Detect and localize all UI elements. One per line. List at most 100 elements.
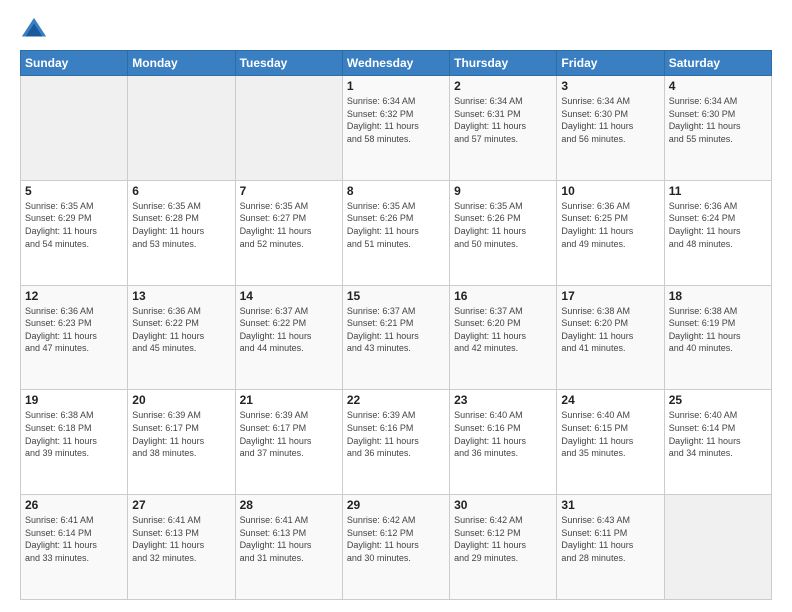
- day-info: Sunrise: 6:34 AM Sunset: 6:30 PM Dayligh…: [561, 95, 659, 145]
- calendar-cell: 11Sunrise: 6:36 AM Sunset: 6:24 PM Dayli…: [664, 180, 771, 285]
- calendar-week-row: 1 Sunrise: 6:34 AM Sunset: 6:32 PM Daylig…: [21, 76, 772, 181]
- calendar-cell: 29 Sunrise: 6:42 AM Sunset: 6:12 PM Dayli…: [342, 495, 449, 600]
- calendar-cell: [664, 495, 771, 600]
- weekday-header: Friday: [557, 51, 664, 76]
- day-info: Sunrise: 6:40 AM Sunset: 6:16 PM Dayligh…: [454, 409, 552, 459]
- day-info: Sunrise: 6:41 AM Sunset: 6:14 PM Dayligh…: [25, 514, 123, 564]
- weekday-header: Wednesday: [342, 51, 449, 76]
- day-number: 28: [240, 498, 338, 512]
- calendar-cell: 16Sunrise: 6:37 AM Sunset: 6:20 PM Dayli…: [450, 285, 557, 390]
- calendar-cell: 9 Sunrise: 6:35 AM Sunset: 6:26 PM Daylig…: [450, 180, 557, 285]
- calendar-cell: 8Sunrise: 6:35 AM Sunset: 6:26 PM Daylig…: [342, 180, 449, 285]
- calendar-cell: 23 Sunrise: 6:40 AM Sunset: 6:16 PM Dayli…: [450, 390, 557, 495]
- day-info: Sunrise: 6:38 AM Sunset: 6:20 PM Dayligh…: [561, 305, 659, 355]
- logo: [20, 16, 52, 44]
- calendar-cell: 2Sunrise: 6:34 AM Sunset: 6:31 PM Daylig…: [450, 76, 557, 181]
- day-info: Sunrise: 6:41 AM Sunset: 6:13 PM Dayligh…: [132, 514, 230, 564]
- calendar-cell: 7 Sunrise: 6:35 AM Sunset: 6:27 PM Daylig…: [235, 180, 342, 285]
- day-number: 10: [561, 184, 659, 198]
- calendar-cell: 31Sunrise: 6:43 AM Sunset: 6:11 PM Dayli…: [557, 495, 664, 600]
- calendar-cell: [128, 76, 235, 181]
- day-number: 23: [454, 393, 552, 407]
- calendar-header: SundayMondayTuesdayWednesdayThursdayFrid…: [21, 51, 772, 76]
- calendar-cell: 27 Sunrise: 6:41 AM Sunset: 6:13 PM Dayli…: [128, 495, 235, 600]
- day-info: Sunrise: 6:42 AM Sunset: 6:12 PM Dayligh…: [347, 514, 445, 564]
- calendar-week-row: 12 Sunrise: 6:36 AM Sunset: 6:23 PM Dayli…: [21, 285, 772, 390]
- calendar-cell: 18Sunrise: 6:38 AM Sunset: 6:19 PM Dayli…: [664, 285, 771, 390]
- calendar-cell: 21 Sunrise: 6:39 AM Sunset: 6:17 PM Dayli…: [235, 390, 342, 495]
- weekday-header: Saturday: [664, 51, 771, 76]
- calendar-cell: 12 Sunrise: 6:36 AM Sunset: 6:23 PM Dayli…: [21, 285, 128, 390]
- day-info: Sunrise: 6:34 AM Sunset: 6:32 PM Dayligh…: [347, 95, 445, 145]
- logo-icon: [20, 16, 48, 44]
- calendar-cell: 4 Sunrise: 6:34 AM Sunset: 6:30 PM Daylig…: [664, 76, 771, 181]
- day-info: Sunrise: 6:35 AM Sunset: 6:28 PM Dayligh…: [132, 200, 230, 250]
- day-number: 12: [25, 289, 123, 303]
- day-info: Sunrise: 6:38 AM Sunset: 6:18 PM Dayligh…: [25, 409, 123, 459]
- day-info: Sunrise: 6:39 AM Sunset: 6:16 PM Dayligh…: [347, 409, 445, 459]
- calendar-cell: 10 Sunrise: 6:36 AM Sunset: 6:25 PM Dayli…: [557, 180, 664, 285]
- calendar-cell: 1 Sunrise: 6:34 AM Sunset: 6:32 PM Daylig…: [342, 76, 449, 181]
- calendar-cell: [235, 76, 342, 181]
- day-number: 25: [669, 393, 767, 407]
- calendar-cell: 28Sunrise: 6:41 AM Sunset: 6:13 PM Dayli…: [235, 495, 342, 600]
- day-info: Sunrise: 6:40 AM Sunset: 6:15 PM Dayligh…: [561, 409, 659, 459]
- calendar-cell: 5 Sunrise: 6:35 AM Sunset: 6:29 PM Daylig…: [21, 180, 128, 285]
- calendar-week-row: 19 Sunrise: 6:38 AM Sunset: 6:18 PM Dayli…: [21, 390, 772, 495]
- day-info: Sunrise: 6:36 AM Sunset: 6:25 PM Dayligh…: [561, 200, 659, 250]
- calendar-cell: 25 Sunrise: 6:40 AM Sunset: 6:14 PM Dayli…: [664, 390, 771, 495]
- day-info: Sunrise: 6:35 AM Sunset: 6:26 PM Dayligh…: [454, 200, 552, 250]
- day-info: Sunrise: 6:40 AM Sunset: 6:14 PM Dayligh…: [669, 409, 767, 459]
- calendar-cell: [21, 76, 128, 181]
- weekday-header: Monday: [128, 51, 235, 76]
- day-number: 22: [347, 393, 445, 407]
- day-number: 26: [25, 498, 123, 512]
- calendar-cell: 15 Sunrise: 6:37 AM Sunset: 6:21 PM Dayli…: [342, 285, 449, 390]
- day-info: Sunrise: 6:35 AM Sunset: 6:26 PM Dayligh…: [347, 200, 445, 250]
- day-number: 17: [561, 289, 659, 303]
- calendar-week-row: 5 Sunrise: 6:35 AM Sunset: 6:29 PM Daylig…: [21, 180, 772, 285]
- day-number: 9: [454, 184, 552, 198]
- calendar-week-row: 26 Sunrise: 6:41 AM Sunset: 6:14 PM Dayli…: [21, 495, 772, 600]
- day-number: 2: [454, 79, 552, 93]
- day-number: 6: [132, 184, 230, 198]
- day-info: Sunrise: 6:39 AM Sunset: 6:17 PM Dayligh…: [240, 409, 338, 459]
- day-number: 4: [669, 79, 767, 93]
- calendar-cell: 30Sunrise: 6:42 AM Sunset: 6:12 PM Dayli…: [450, 495, 557, 600]
- day-number: 16: [454, 289, 552, 303]
- weekday-header: Tuesday: [235, 51, 342, 76]
- day-number: 15: [347, 289, 445, 303]
- calendar-cell: 17 Sunrise: 6:38 AM Sunset: 6:20 PM Dayli…: [557, 285, 664, 390]
- calendar-cell: 24 Sunrise: 6:40 AM Sunset: 6:15 PM Dayli…: [557, 390, 664, 495]
- day-number: 24: [561, 393, 659, 407]
- day-info: Sunrise: 6:39 AM Sunset: 6:17 PM Dayligh…: [132, 409, 230, 459]
- day-number: 31: [561, 498, 659, 512]
- day-info: Sunrise: 6:36 AM Sunset: 6:23 PM Dayligh…: [25, 305, 123, 355]
- day-number: 29: [347, 498, 445, 512]
- calendar-body: 1 Sunrise: 6:34 AM Sunset: 6:32 PM Daylig…: [21, 76, 772, 600]
- day-info: Sunrise: 6:35 AM Sunset: 6:27 PM Dayligh…: [240, 200, 338, 250]
- day-info: Sunrise: 6:37 AM Sunset: 6:22 PM Dayligh…: [240, 305, 338, 355]
- day-number: 20: [132, 393, 230, 407]
- day-number: 1: [347, 79, 445, 93]
- day-number: 21: [240, 393, 338, 407]
- day-number: 14: [240, 289, 338, 303]
- day-number: 7: [240, 184, 338, 198]
- day-number: 19: [25, 393, 123, 407]
- calendar-cell: 22 Sunrise: 6:39 AM Sunset: 6:16 PM Dayli…: [342, 390, 449, 495]
- day-info: Sunrise: 6:34 AM Sunset: 6:30 PM Dayligh…: [669, 95, 767, 145]
- day-number: 5: [25, 184, 123, 198]
- header: [20, 16, 772, 44]
- day-info: Sunrise: 6:42 AM Sunset: 6:12 PM Dayligh…: [454, 514, 552, 564]
- day-info: Sunrise: 6:36 AM Sunset: 6:22 PM Dayligh…: [132, 305, 230, 355]
- calendar-cell: 20 Sunrise: 6:39 AM Sunset: 6:17 PM Dayli…: [128, 390, 235, 495]
- calendar-cell: 26 Sunrise: 6:41 AM Sunset: 6:14 PM Dayli…: [21, 495, 128, 600]
- calendar-cell: 13Sunrise: 6:36 AM Sunset: 6:22 PM Dayli…: [128, 285, 235, 390]
- day-number: 27: [132, 498, 230, 512]
- calendar-cell: 19 Sunrise: 6:38 AM Sunset: 6:18 PM Dayli…: [21, 390, 128, 495]
- day-info: Sunrise: 6:36 AM Sunset: 6:24 PM Dayligh…: [669, 200, 767, 250]
- day-info: Sunrise: 6:37 AM Sunset: 6:21 PM Dayligh…: [347, 305, 445, 355]
- weekday-header: Thursday: [450, 51, 557, 76]
- day-number: 18: [669, 289, 767, 303]
- day-info: Sunrise: 6:35 AM Sunset: 6:29 PM Dayligh…: [25, 200, 123, 250]
